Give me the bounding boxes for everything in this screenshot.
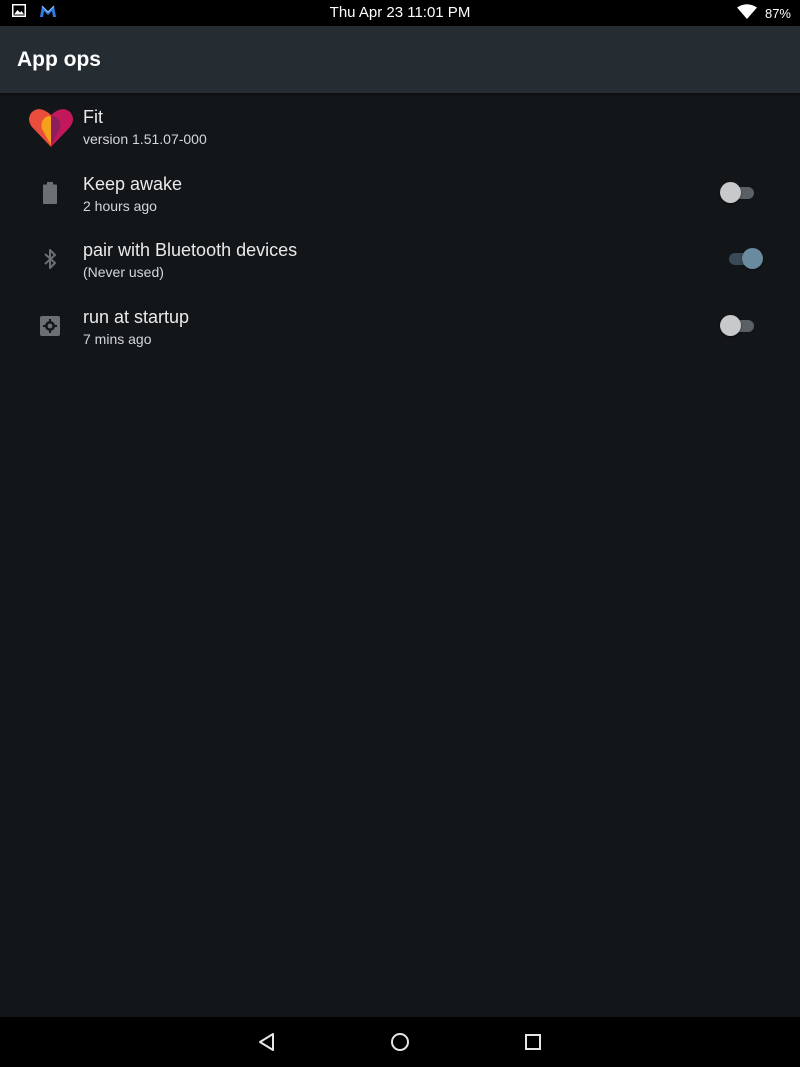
op-row-run-at-startup[interactable]: run at startup 7 mins ago: [0, 300, 800, 366]
battery-percent: 87%: [764, 5, 791, 21]
bluetooth-icon: [30, 239, 70, 279]
app-header: Fit version 1.51.07-000: [0, 100, 800, 166]
navigation-bar: [0, 1017, 800, 1067]
app-ops-screen: Thu Apr 23 11:01 PM 87% App ops Fit vers…: [0, 0, 800, 1067]
page-title: App ops: [17, 48, 101, 71]
op-label: pair with Bluetooth devices: [83, 240, 298, 260]
back-icon[interactable]: [252, 1027, 282, 1057]
wifi-icon: [736, 4, 757, 22]
op-row-keep-awake[interactable]: Keep awake 2 hours ago: [0, 167, 800, 233]
op-row-bluetooth[interactable]: pair with Bluetooth devices (Never used): [0, 233, 800, 299]
app-bar: App ops: [0, 26, 800, 93]
switch-thumb: [720, 182, 741, 203]
recents-icon[interactable]: [518, 1027, 548, 1057]
home-icon[interactable]: [385, 1027, 415, 1057]
settings-chip-icon: [30, 306, 70, 346]
app-name: Fit: [83, 107, 103, 127]
bluetooth-switch[interactable]: [721, 246, 765, 272]
keep-awake-switch[interactable]: [718, 180, 762, 206]
op-detail: 2 hours ago: [83, 198, 157, 214]
op-detail: (Never used): [83, 264, 164, 280]
switch-thumb: [720, 315, 741, 336]
status-bar: Thu Apr 23 11:01 PM 87%: [0, 0, 800, 26]
status-time: Thu Apr 23 11:01 PM: [329, 4, 471, 21]
google-fit-heart-icon: [27, 106, 75, 148]
app-version: version 1.51.07-000: [83, 131, 207, 147]
battery-icon: [30, 173, 70, 213]
run-at-startup-switch[interactable]: [718, 313, 762, 339]
switch-thumb: [742, 248, 763, 269]
status-system: 87%: [736, 4, 791, 22]
op-label: run at startup: [83, 307, 190, 327]
op-detail: 7 mins ago: [83, 331, 152, 347]
op-label: Keep awake: [83, 174, 183, 194]
